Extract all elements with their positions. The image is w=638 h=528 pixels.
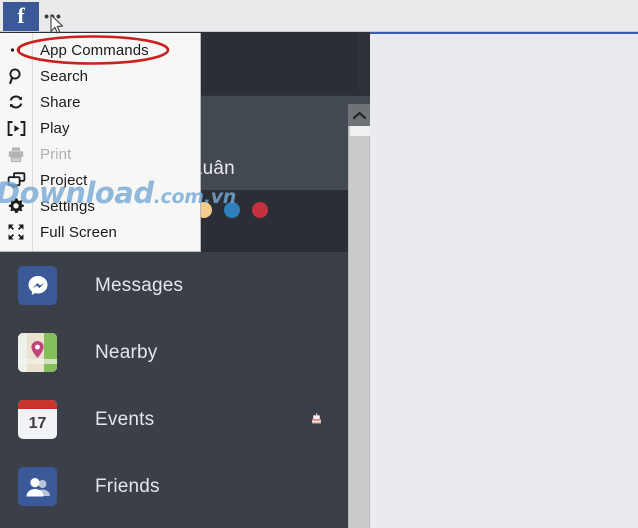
- menu-item-play[interactable]: Play: [0, 115, 200, 141]
- birthday-cake-icon: [309, 412, 324, 427]
- menu-item-label-search: Search: [40, 67, 89, 85]
- gear-icon: [0, 193, 32, 219]
- menu-item-print: Print: [0, 141, 200, 167]
- sidebar-item-label-friends: Friends: [95, 475, 160, 497]
- sidebar-nav-list: Messages Nearby 17 Events Friends: [0, 252, 352, 528]
- sidebar-item-nearby[interactable]: Nearby: [0, 319, 352, 386]
- vertical-scrollbar[interactable]: [348, 104, 370, 528]
- menu-item-label-settings: Settings: [40, 197, 95, 215]
- map-pin-icon: [18, 333, 57, 372]
- menu-item-search[interactable]: Search: [0, 63, 200, 89]
- sidebar-item-friends[interactable]: Friends: [0, 453, 352, 520]
- sidebar-item-photos[interactable]: Photos: [0, 520, 352, 528]
- menu-item-label-project: Project: [40, 171, 88, 189]
- calendar-day-number: 17: [28, 415, 47, 432]
- menu-item-label-app-commands: App Commands: [40, 41, 149, 59]
- calendar-icon: 17: [18, 400, 57, 439]
- menu-item-label-full-screen: Full Screen: [40, 223, 117, 241]
- play-icon: [0, 115, 32, 141]
- friends-icon: [18, 467, 57, 506]
- menu-item-label-print: Print: [40, 145, 72, 163]
- scrollbar-track[interactable]: [348, 126, 370, 528]
- calendar-header-strip: [18, 400, 57, 409]
- share-icon: [0, 89, 32, 115]
- menu-item-full-screen[interactable]: Full Screen: [0, 219, 200, 245]
- magnifier-icon: [0, 63, 32, 89]
- sidebar-item-messages[interactable]: Messages: [0, 252, 352, 319]
- sidebar-item-events[interactable]: 17 Events: [0, 386, 352, 453]
- sidebar-item-label-nearby: Nearby: [95, 341, 158, 363]
- app-commands-context-menu: App Commands Search Share Play Print Pro…: [0, 33, 201, 252]
- printer-icon: [0, 141, 32, 167]
- sidebar-item-label-events: Events: [95, 408, 155, 430]
- window-topbar: f •••: [0, 0, 638, 32]
- chevron-up-icon[interactable]: [348, 104, 370, 126]
- menu-item-label-play: Play: [40, 119, 70, 137]
- color-dot-5: [224, 202, 240, 218]
- project-icon: [0, 167, 32, 193]
- facebook-logo[interactable]: f: [3, 2, 39, 32]
- fullscreen-icon: [0, 219, 32, 245]
- ellipsis-icon[interactable]: •••: [42, 6, 64, 26]
- color-dot-6: [252, 202, 268, 218]
- menu-item-share[interactable]: Share: [0, 89, 200, 115]
- menu-item-app-commands[interactable]: App Commands: [0, 37, 200, 63]
- ellipsis-icon: [0, 37, 32, 63]
- scrollbar-thumb[interactable]: [350, 126, 370, 136]
- messenger-icon: [18, 266, 57, 305]
- menu-item-settings[interactable]: Settings: [0, 193, 200, 219]
- topbar-divider: [0, 31, 638, 32]
- screen-root: Duy Luân News Feed: [0, 0, 638, 528]
- menu-item-project[interactable]: Project: [0, 167, 200, 193]
- sidebar-item-label-messages: Messages: [95, 274, 184, 296]
- right-content-pane: [370, 32, 638, 528]
- menu-item-label-share: Share: [40, 93, 81, 111]
